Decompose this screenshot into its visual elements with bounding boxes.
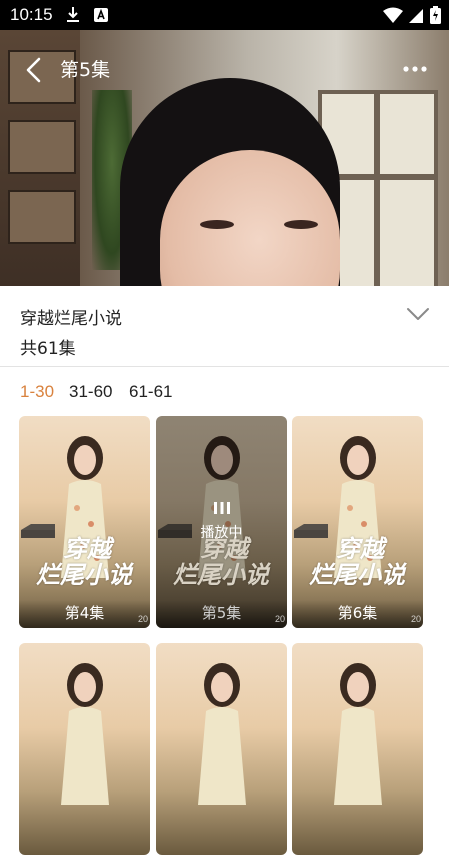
episode-card[interactable] — [156, 643, 287, 855]
cover-corner-text: 20 — [274, 614, 285, 624]
tab-range-31-60[interactable]: 31-60 — [69, 382, 112, 402]
status-bar: 10:15 — [0, 0, 449, 30]
status-time: 10:15 — [10, 5, 53, 24]
cover-woman-graphic — [61, 663, 109, 805]
episode-card[interactable]: 穿越 烂尾小说 第4集 20 — [19, 416, 150, 628]
drama-title: 穿越烂尾小说 — [20, 309, 122, 329]
episode-label: 第5集 — [156, 600, 287, 628]
cover-woman-graphic — [198, 663, 246, 805]
more-options-icon[interactable] — [402, 60, 428, 78]
back-icon[interactable] — [22, 56, 48, 84]
video-person-eye — [200, 220, 234, 229]
download-icon — [67, 7, 79, 22]
tab-range-61-61[interactable]: 61-61 — [129, 382, 172, 402]
cover-title-calligraphy: 穿越 烂尾小说 — [36, 534, 132, 589]
episode-title: 第5集 — [60, 59, 111, 81]
now-playing-indicator: 播放中 — [156, 500, 287, 542]
cover-corner-text: 20 — [410, 614, 421, 624]
episode-label: 第4集 — [19, 600, 150, 628]
episode-card[interactable] — [19, 643, 150, 855]
video-person-eye — [284, 220, 318, 229]
wifi-icon — [383, 7, 403, 23]
cover-woman-graphic — [334, 663, 382, 805]
playing-bars-icon — [213, 502, 230, 514]
cover-title-calligraphy: 穿越 烂尾小说 — [173, 534, 269, 589]
episode-card[interactable]: 穿越 烂尾小说 第6集 20 — [292, 416, 423, 628]
episode-card-current[interactable]: 穿越 烂尾小说 播放中 第5集 20 — [156, 416, 287, 628]
chevron-down-icon[interactable] — [406, 306, 430, 322]
drama-info: 穿越烂尾小说 共61集 — [0, 286, 449, 367]
now-playing-text: 播放中 — [200, 525, 243, 541]
episode-card[interactable] — [292, 643, 423, 855]
cover-corner-text: 20 — [137, 614, 148, 624]
episode-total: 共61集 — [20, 339, 76, 359]
battery-icon — [430, 6, 441, 24]
episode-label: 第6集 — [292, 600, 423, 628]
cover-title-calligraphy: 穿越 烂尾小说 — [309, 534, 405, 589]
tab-range-1-30[interactable]: 1-30 — [20, 382, 54, 402]
signal-icon — [409, 9, 423, 23]
keyboard-a-icon — [94, 8, 108, 22]
